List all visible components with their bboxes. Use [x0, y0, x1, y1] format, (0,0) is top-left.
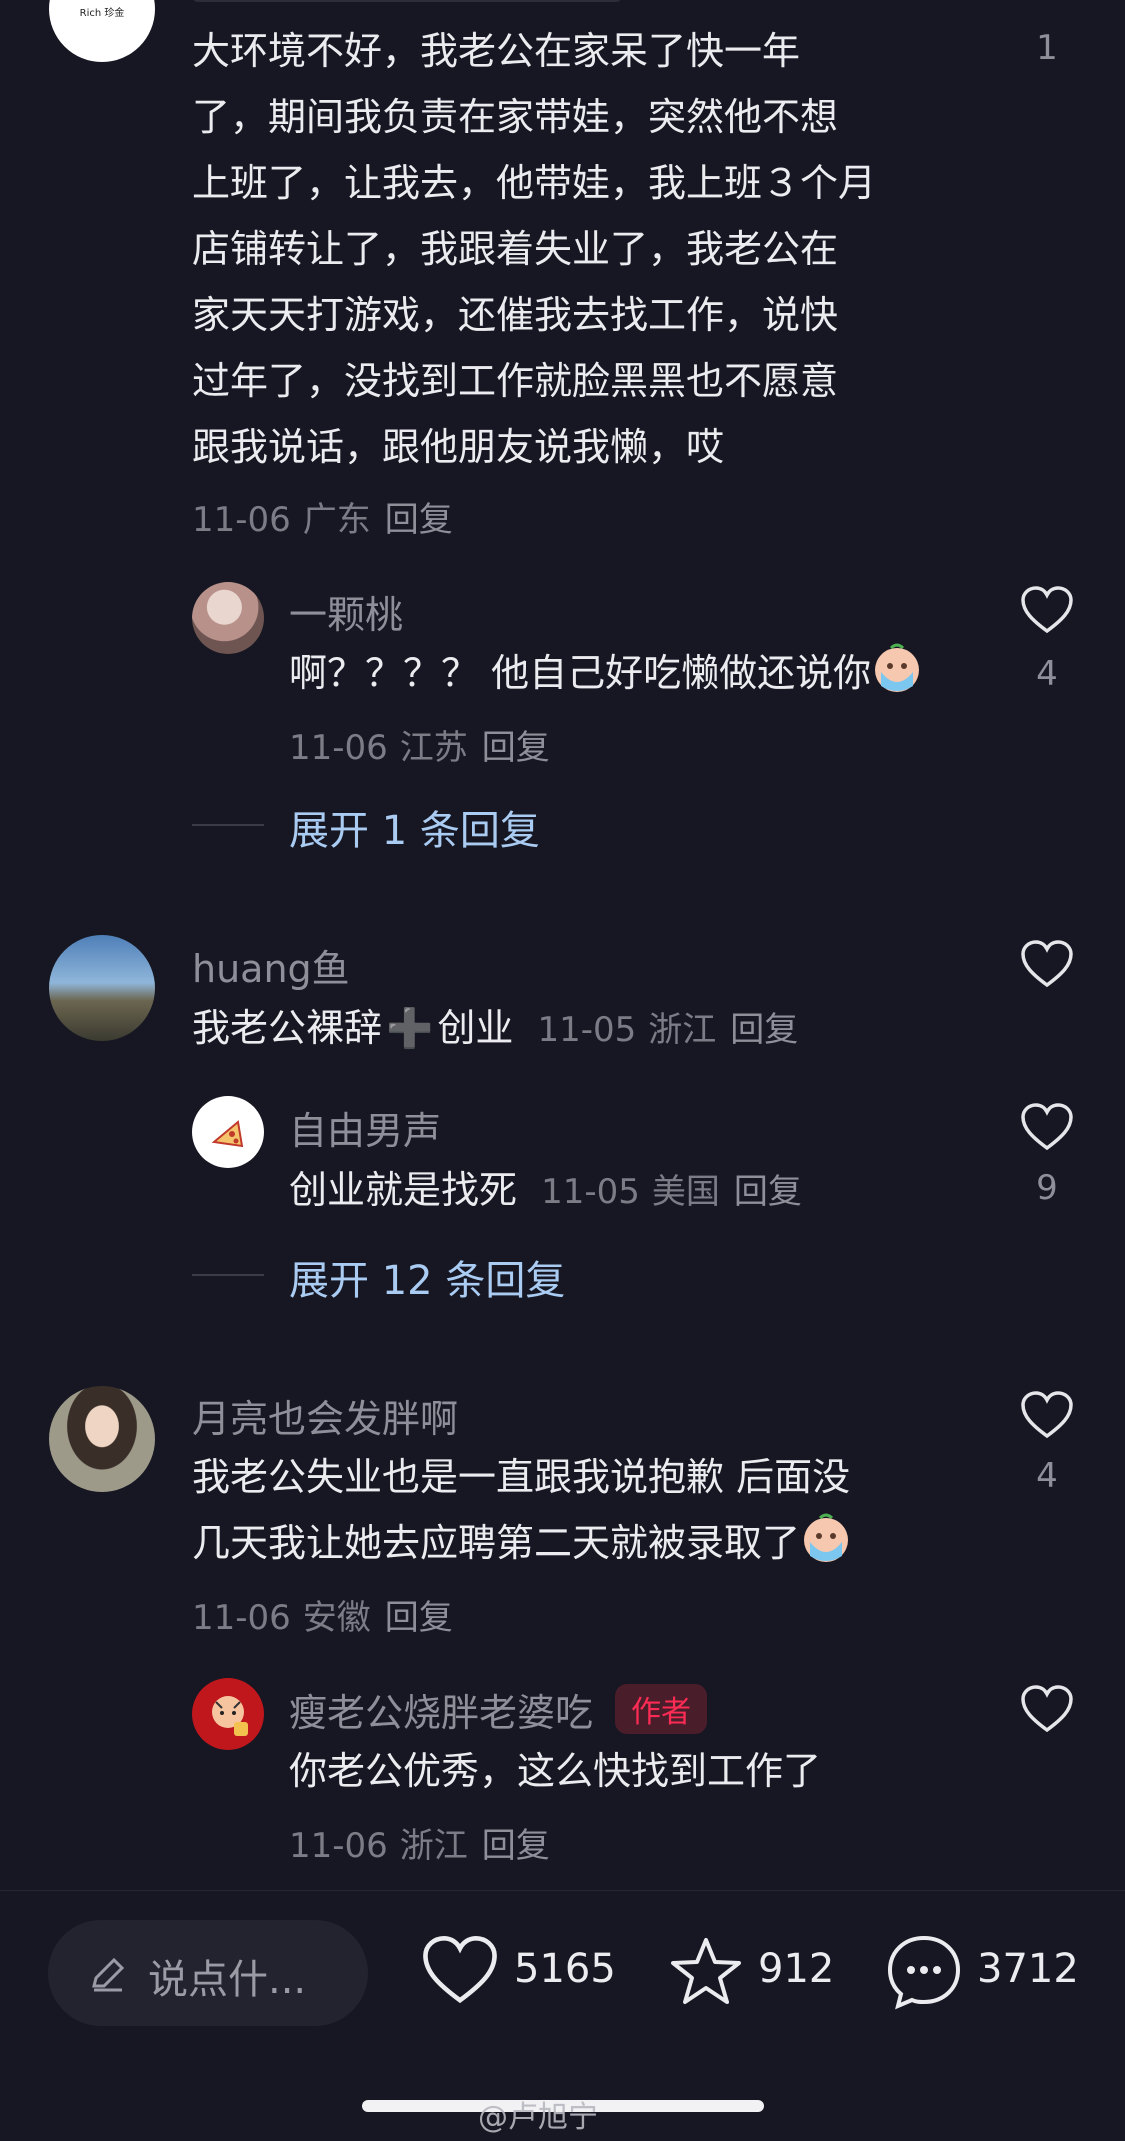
chevron-down-icon[interactable]: [1030, 0, 1060, 4]
comment-line: 大环境不好，我老公在家呆了快一年: [192, 29, 801, 73]
comment-date: 11-05: [537, 1010, 637, 1050]
comment-input-placeholder: 说点什...: [148, 1957, 307, 2003]
reply-meta: 11-06 浙江 回复: [289, 1818, 550, 1867]
comment-text-content: 创业: [437, 1006, 514, 1050]
comment-line: 上班了，让我去，他带娃，我上班３个月: [192, 161, 877, 205]
heart-icon: [423, 1936, 497, 2004]
chat-bubble-icon: [887, 1935, 961, 2010]
comment-meta: 11-06 安徽 回复: [192, 1590, 453, 1639]
comment-line: 了，期间我负责在家带娃，突然他不想: [192, 95, 839, 139]
author-badge: 作者: [615, 1684, 708, 1734]
reply-author-name-text: 瘦老公烧胖老婆吃: [289, 1691, 594, 1735]
comment-author-name[interactable]: huang鱼: [192, 938, 350, 993]
crying-face-emoji: [804, 1513, 849, 1562]
reply-text-content: 创业就是找死: [289, 1168, 518, 1212]
avatar[interactable]: [192, 582, 264, 654]
reply-text: 啊？？？？ 他自己好吃懒做还说你: [289, 640, 923, 706]
reply-button[interactable]: 回复: [385, 500, 453, 540]
comment-line: 过年了，没找到工作就脸黑黑也不愿意: [192, 359, 839, 403]
comment-line: 我老公失业也是一直跟我说抱歉 后面没: [192, 1455, 851, 1499]
pizza-icon: [211, 1120, 244, 1148]
comment-text: 我老公裸辞 ➕ 创业 11-05 浙江 回复: [192, 995, 798, 1063]
favorite-button[interactable]: [666, 1932, 746, 2012]
comment-location: 安徽: [302, 1598, 371, 1638]
comment-date: 11-06: [192, 500, 291, 540]
like-count: 4: [1036, 654, 1058, 694]
comment-line: 店铺转让了，我跟着失业了，我老公在: [192, 227, 839, 271]
avatar[interactable]: [192, 1096, 264, 1168]
expand-replies-link[interactable]: 展开 1 条回复: [289, 798, 540, 856]
like-heart-icon[interactable]: [1020, 1684, 1074, 1734]
comment-location: 广东: [302, 500, 371, 540]
reply-text: 创业就是找死 11-05 美国 回复: [289, 1157, 802, 1225]
reply-button[interactable]: 回复: [730, 1010, 798, 1050]
reply-location: 美国: [651, 1172, 720, 1212]
comment-text-content: 我老公裸辞: [192, 1006, 383, 1050]
comment-author-name[interactable]: 月亮也会发胖啊: [192, 1388, 458, 1443]
avatar[interactable]: [192, 1678, 264, 1750]
pencil-icon: [92, 1957, 125, 1992]
comment-line: 跟我说话，跟他朋友说我懒，哎: [192, 425, 725, 469]
cut-off-header: [192, 0, 622, 2]
crying-face-emoji: [875, 643, 920, 692]
like-heart-icon[interactable]: [1020, 1390, 1074, 1440]
expand-divider: [192, 1274, 264, 1276]
expand-replies-link[interactable]: 展开 12 条回复: [289, 1248, 565, 1306]
like-count: 9: [1036, 1168, 1058, 1208]
comment-location: 浙江: [648, 1010, 717, 1050]
like-count: 5165: [514, 1946, 616, 1992]
reply-date: 11-06: [289, 1826, 388, 1866]
reply-text-content: 啊？？？？ 他自己好吃懒做还说你: [289, 651, 872, 695]
tiger-mascot-icon: [212, 1696, 248, 1736]
reply-location: 江苏: [399, 728, 468, 768]
comment-button[interactable]: [884, 1932, 964, 2012]
plus-icon: ➕: [386, 1006, 434, 1050]
comment-line: 家天天打游戏，还催我去找工作，说快: [192, 293, 839, 337]
watermark: @卢旭宁: [478, 2100, 598, 2135]
reply-date: 11-06: [289, 728, 388, 768]
reply-text: 你老公优秀，这么快找到工作了: [289, 1749, 822, 1793]
comment-count: 3712: [977, 1946, 1079, 1992]
like-count: 4: [1036, 1456, 1058, 1496]
avatar[interactable]: Rich 珍金: [49, 0, 155, 62]
like-heart-icon[interactable]: [1020, 1102, 1074, 1152]
reply-location: 浙江: [399, 1826, 468, 1866]
like-count: 1: [1036, 28, 1058, 68]
reply-author-name[interactable]: 瘦老公烧胖老婆吃 作者: [289, 1682, 708, 1737]
reply-date: 11-05: [541, 1172, 640, 1212]
reply-author-name[interactable]: 自由男声: [289, 1100, 441, 1155]
like-heart-icon[interactable]: [1020, 939, 1074, 989]
comment-meta: 11-05 浙江 回复: [537, 1010, 798, 1050]
comment-date: 11-06: [192, 1598, 291, 1638]
like-heart-icon[interactable]: [1020, 585, 1074, 635]
star-icon: [671, 1938, 741, 2004]
avatar-logo-text: Rich 珍金: [79, 8, 125, 19]
avatar[interactable]: [49, 1386, 155, 1492]
expand-divider: [192, 824, 264, 826]
comment-line: 几天我让她去应聘第二天就被录取了: [192, 1510, 852, 1576]
comment-meta: 11-06 广东 回复: [192, 492, 453, 541]
reply-button[interactable]: 回复: [385, 1598, 453, 1638]
comment-text: 大环境不好，我老公在家呆了快一年 了，期间我负责在家带娃，突然他不想 上班了，让…: [192, 18, 876, 480]
avatar[interactable]: [49, 935, 155, 1041]
comment-line-text: 几天我让她去应聘第二天就被录取了: [192, 1521, 801, 1565]
reply-author-name[interactable]: 一颗桃: [289, 584, 403, 639]
reply-meta: 11-06 江苏 回复: [289, 720, 550, 769]
comment-input[interactable]: 说点什...: [48, 1920, 368, 2026]
favorite-count: 912: [758, 1946, 835, 1992]
comment-text: 我老公失业也是一直跟我说抱歉 后面没 几天我让她去应聘第二天就被录取了: [192, 1444, 852, 1576]
reply-button[interactable]: 回复: [734, 1172, 802, 1212]
reply-meta: 11-05 美国 回复: [541, 1172, 802, 1212]
reply-button[interactable]: 回复: [482, 1826, 550, 1866]
reply-button[interactable]: 回复: [482, 728, 550, 768]
